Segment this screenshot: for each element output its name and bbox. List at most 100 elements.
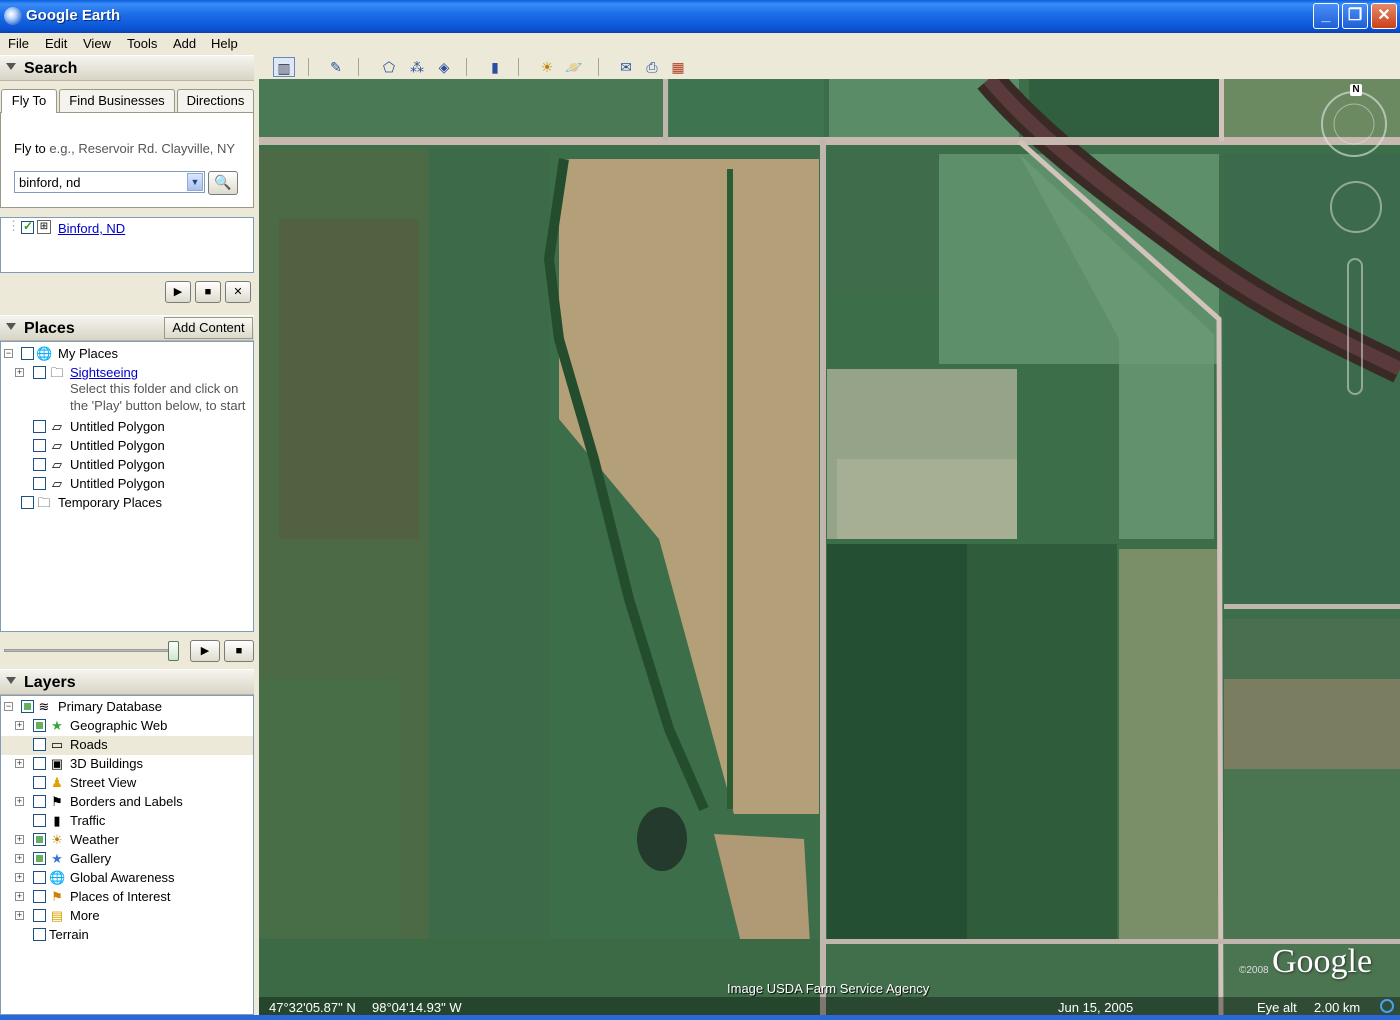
- layer-weather[interactable]: + ☀ Weather: [1, 831, 253, 850]
- layer-checkbox[interactable]: [33, 871, 46, 884]
- tree-row-my-places[interactable]: − 🌐 My Places: [1, 345, 253, 364]
- path-tool-icon[interactable]: ⁂: [406, 57, 428, 77]
- search-header-title: Search: [24, 60, 78, 77]
- expand-toggle-icon[interactable]: +: [15, 892, 24, 901]
- layer-primary-database[interactable]: − ≋ Primary Database: [1, 698, 253, 717]
- polygon-checkbox[interactable]: [33, 439, 46, 452]
- look-joystick[interactable]: [1331, 182, 1381, 232]
- zoom-slider[interactable]: [1348, 259, 1362, 394]
- temporary-places-checkbox[interactable]: [21, 496, 34, 509]
- pegman-icon: ♟: [51, 775, 63, 790]
- search-input[interactable]: binford, nd ▼: [14, 171, 205, 193]
- menu-edit[interactable]: Edit: [45, 36, 67, 51]
- layer-gallery[interactable]: + ★ Gallery: [1, 850, 253, 869]
- polygon-checkbox[interactable]: [33, 458, 46, 471]
- layer-checkbox[interactable]: [33, 814, 46, 827]
- polygon-checkbox[interactable]: [33, 477, 46, 490]
- layer-borders-and-labels[interactable]: + ⚑ Borders and Labels: [1, 793, 253, 812]
- ruler-icon[interactable]: ▮: [484, 57, 506, 77]
- print-icon[interactable]: ⎙: [641, 57, 663, 77]
- sightseeing-checkbox[interactable]: [33, 366, 46, 379]
- expand-toggle-icon[interactable]: +: [15, 797, 24, 806]
- layer-checkbox[interactable]: [33, 776, 46, 789]
- layer-checkbox[interactable]: [33, 833, 46, 846]
- flag-icon: ⚑: [51, 794, 63, 809]
- tour-stop-button[interactable]: ■: [224, 640, 254, 662]
- layer-checkbox[interactable]: [21, 700, 34, 713]
- layer-checkbox[interactable]: [33, 795, 46, 808]
- layer-checkbox[interactable]: [33, 890, 46, 903]
- menu-tools[interactable]: Tools: [127, 36, 157, 51]
- sky-planet-icon[interactable]: 🪐: [563, 57, 585, 77]
- menu-add[interactable]: Add: [173, 36, 196, 51]
- google-maps-icon[interactable]: ▦: [667, 57, 689, 77]
- compass-ring[interactable]: [1322, 93, 1386, 157]
- layer-more[interactable]: + ▤ More: [1, 907, 253, 926]
- expand-toggle-icon[interactable]: +: [15, 759, 24, 768]
- search-button[interactable]: 🔍: [208, 171, 238, 195]
- layer-checkbox[interactable]: [33, 928, 46, 941]
- close-button[interactable]: ✕: [1371, 3, 1397, 29]
- minimize-button[interactable]: _: [1313, 3, 1339, 29]
- expand-toggle-icon[interactable]: +: [15, 854, 24, 863]
- tree-row-temporary-places[interactable]: 🗀 Temporary Places: [1, 494, 253, 513]
- play-button[interactable]: ▶: [165, 281, 191, 303]
- collapse-triangle-icon: [6, 63, 16, 70]
- tour-play-button[interactable]: ▶: [190, 640, 220, 662]
- tab-find-businesses[interactable]: Find Businesses: [59, 89, 175, 112]
- maximize-button[interactable]: ❐: [1342, 3, 1368, 29]
- layer-street-view[interactable]: ♟ Street View: [1, 774, 253, 793]
- sightseeing-link[interactable]: Sightseeing: [70, 365, 138, 380]
- polygon-tool-icon[interactable]: ⬠: [378, 57, 400, 77]
- layer-roads[interactable]: ▭ Roads: [1, 736, 253, 755]
- polygon-checkbox[interactable]: [33, 420, 46, 433]
- result-binford-link[interactable]: Binford, ND: [58, 221, 125, 236]
- expand-toggle-icon[interactable]: +: [15, 368, 24, 377]
- tab-fly-to[interactable]: Fly To: [1, 89, 57, 113]
- collapse-triangle-icon: [6, 677, 16, 684]
- collapse-toggle-icon[interactable]: −: [4, 349, 13, 358]
- tour-slider-handle[interactable]: [168, 641, 179, 661]
- chevron-down-icon[interactable]: ▼: [187, 173, 203, 191]
- search-panel-header[interactable]: Search: [0, 55, 254, 81]
- map-view[interactable]: N: [259, 79, 1400, 1015]
- collapse-toggle-icon[interactable]: −: [4, 702, 13, 711]
- layers-panel-header[interactable]: Layers: [0, 669, 254, 695]
- sunlight-icon[interactable]: ☀: [536, 57, 558, 77]
- layer-checkbox[interactable]: [33, 909, 46, 922]
- tree-row-polygon[interactable]: ▱ Untitled Polygon: [1, 418, 253, 437]
- sidebar-toggle-icon[interactable]: ▥: [273, 57, 295, 77]
- layer-geographic-web[interactable]: + ★ Geographic Web: [1, 717, 253, 736]
- expand-toggle-icon[interactable]: +: [15, 911, 24, 920]
- expand-toggle-icon[interactable]: +: [15, 721, 24, 730]
- menu-view[interactable]: View: [83, 36, 111, 51]
- menu-file[interactable]: File: [8, 36, 29, 51]
- placemark-icon[interactable]: ✎: [325, 57, 347, 77]
- layer-traffic[interactable]: ▮ Traffic: [1, 812, 253, 831]
- clear-button[interactable]: ✕: [225, 281, 251, 303]
- satellite-imagery: [259, 79, 1400, 1015]
- my-places-checkbox[interactable]: [21, 347, 34, 360]
- tree-row-polygon[interactable]: ▱ Untitled Polygon: [1, 437, 253, 456]
- layer-places-of-interest[interactable]: + ⚑ Places of Interest: [1, 888, 253, 907]
- tree-row-polygon[interactable]: ▱ Untitled Polygon: [1, 456, 253, 475]
- expand-toggle-icon[interactable]: +: [15, 835, 24, 844]
- image-overlay-icon[interactable]: ◈: [433, 57, 455, 77]
- email-icon[interactable]: ✉: [615, 57, 637, 77]
- layer-terrain[interactable]: Terrain: [1, 926, 253, 945]
- layer-3d-buildings[interactable]: + ▣ 3D Buildings: [1, 755, 253, 774]
- expand-toggle-icon[interactable]: +: [15, 873, 24, 882]
- tour-slider-track[interactable]: [4, 649, 176, 652]
- places-panel-header[interactable]: Places Add Content: [0, 315, 254, 341]
- layer-checkbox[interactable]: [33, 757, 46, 770]
- stop-button[interactable]: ■: [195, 281, 221, 303]
- layer-checkbox[interactable]: [33, 719, 46, 732]
- layer-global-awareness[interactable]: + 🌐 Global Awareness: [1, 869, 253, 888]
- menu-help[interactable]: Help: [211, 36, 238, 51]
- layer-checkbox[interactable]: [33, 852, 46, 865]
- layer-checkbox[interactable]: [33, 738, 46, 751]
- tree-row-polygon[interactable]: ▱ Untitled Polygon: [1, 475, 253, 494]
- tab-directions[interactable]: Directions: [177, 89, 254, 112]
- add-content-button[interactable]: Add Content: [164, 317, 253, 339]
- result-checkbox[interactable]: [21, 219, 34, 234]
